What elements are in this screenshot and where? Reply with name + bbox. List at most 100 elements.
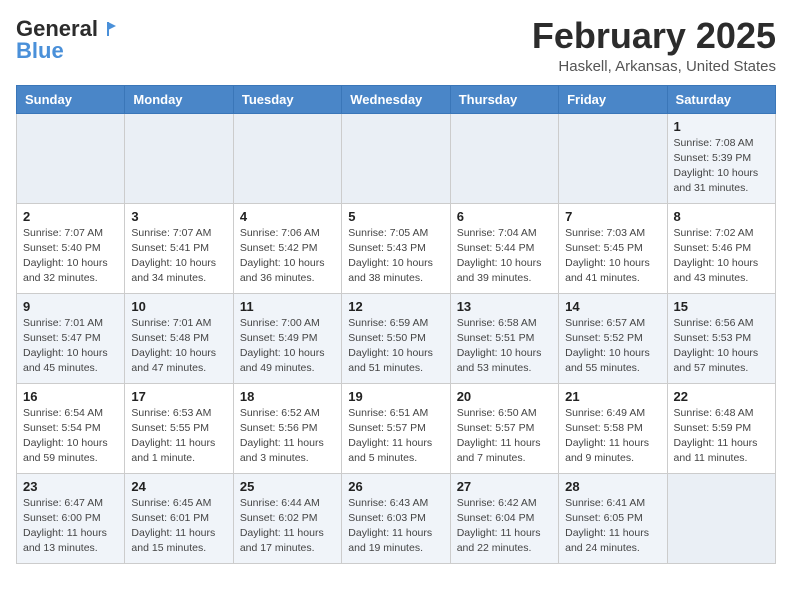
day-detail: Sunrise: 6:58 AM Sunset: 5:51 PM Dayligh… — [457, 316, 552, 377]
calendar-day-cell: 23 Sunrise: 6:47 AM Sunset: 6:00 PM Dayli… — [17, 473, 125, 563]
day-number: 15 — [674, 299, 769, 314]
calendar-table: SundayMondayTuesdayWednesdayThursdayFrid… — [16, 85, 776, 564]
day-number: 28 — [565, 479, 660, 494]
calendar-week-row: 2 Sunrise: 7:07 AM Sunset: 5:40 PM Daylig… — [17, 203, 776, 293]
day-detail: Sunrise: 6:43 AM Sunset: 6:03 PM Dayligh… — [348, 496, 443, 557]
day-number: 5 — [348, 209, 443, 224]
day-detail: Sunrise: 6:56 AM Sunset: 5:53 PM Dayligh… — [674, 316, 769, 377]
title-section: February 2025 Haskell, Arkansas, United … — [532, 16, 776, 75]
calendar-day-cell: 25Sunrise: 6:44 AM Sunset: 6:02 PM Dayli… — [233, 473, 341, 563]
calendar-day-cell: 18 Sunrise: 6:52 AM Sunset: 5:56 PM Dayli… — [233, 383, 341, 473]
day-number: 21 — [565, 389, 660, 404]
day-number: 16 — [23, 389, 118, 404]
location-subtitle: Haskell, Arkansas, United States — [532, 58, 776, 75]
weekday-header-tuesday: Tuesday — [233, 85, 341, 113]
calendar-day-cell — [17, 113, 125, 203]
day-detail: Sunrise: 6:47 AM Sunset: 6:00 PM Dayligh… — [23, 496, 118, 557]
day-number: 23 — [23, 479, 118, 494]
day-detail: Sunrise: 7:04 AM Sunset: 5:44 PM Dayligh… — [457, 226, 552, 287]
day-detail: Sunrise: 6:48 AM Sunset: 5:59 PM Dayligh… — [674, 406, 769, 467]
calendar-day-cell: 6Sunrise: 7:04 AM Sunset: 5:44 PM Daylig… — [450, 203, 558, 293]
calendar-day-cell: 7 Sunrise: 7:03 AM Sunset: 5:45 PM Daylig… — [559, 203, 667, 293]
calendar-day-cell: 17Sunrise: 6:53 AM Sunset: 5:55 PM Dayli… — [125, 383, 233, 473]
calendar-day-cell: 20 Sunrise: 6:50 AM Sunset: 5:57 PM Dayli… — [450, 383, 558, 473]
day-number: 14 — [565, 299, 660, 314]
calendar-day-cell: 19 Sunrise: 6:51 AM Sunset: 5:57 PM Dayli… — [342, 383, 450, 473]
day-number: 12 — [348, 299, 443, 314]
calendar-week-row: 16Sunrise: 6:54 AM Sunset: 5:54 PM Dayli… — [17, 383, 776, 473]
calendar-day-cell — [125, 113, 233, 203]
day-detail: Sunrise: 7:03 AM Sunset: 5:45 PM Dayligh… — [565, 226, 660, 287]
day-detail: Sunrise: 7:06 AM Sunset: 5:42 PM Dayligh… — [240, 226, 335, 287]
calendar-day-cell — [342, 113, 450, 203]
day-detail: Sunrise: 6:53 AM Sunset: 5:55 PM Dayligh… — [131, 406, 226, 467]
calendar-day-cell: 13 Sunrise: 6:58 AM Sunset: 5:51 PM Dayli… — [450, 293, 558, 383]
day-detail: Sunrise: 6:49 AM Sunset: 5:58 PM Dayligh… — [565, 406, 660, 467]
day-number: 20 — [457, 389, 552, 404]
weekday-header-wednesday: Wednesday — [342, 85, 450, 113]
day-number: 2 — [23, 209, 118, 224]
calendar-day-cell: 15 Sunrise: 6:56 AM Sunset: 5:53 PM Dayli… — [667, 293, 775, 383]
calendar-day-cell: 5 Sunrise: 7:05 AM Sunset: 5:43 PM Daylig… — [342, 203, 450, 293]
weekday-header-sunday: Sunday — [17, 85, 125, 113]
day-number: 11 — [240, 299, 335, 314]
calendar-day-cell: 12 Sunrise: 6:59 AM Sunset: 5:50 PM Dayli… — [342, 293, 450, 383]
calendar-day-cell — [667, 473, 775, 563]
day-detail: Sunrise: 6:42 AM Sunset: 6:04 PM Dayligh… — [457, 496, 552, 557]
day-detail: Sunrise: 7:00 AM Sunset: 5:49 PM Dayligh… — [240, 316, 335, 377]
calendar-day-cell: 2 Sunrise: 7:07 AM Sunset: 5:40 PM Daylig… — [17, 203, 125, 293]
day-detail: Sunrise: 6:50 AM Sunset: 5:57 PM Dayligh… — [457, 406, 552, 467]
calendar-day-cell: 26 Sunrise: 6:43 AM Sunset: 6:03 PM Dayli… — [342, 473, 450, 563]
weekday-header-monday: Monday — [125, 85, 233, 113]
day-detail: Sunrise: 7:01 AM Sunset: 5:48 PM Dayligh… — [131, 316, 226, 377]
calendar-day-cell: 10Sunrise: 7:01 AM Sunset: 5:48 PM Dayli… — [125, 293, 233, 383]
day-number: 22 — [674, 389, 769, 404]
weekday-header-friday: Friday — [559, 85, 667, 113]
day-number: 24 — [131, 479, 226, 494]
calendar-day-cell — [450, 113, 558, 203]
day-detail: Sunrise: 6:45 AM Sunset: 6:01 PM Dayligh… — [131, 496, 226, 557]
day-detail: Sunrise: 7:05 AM Sunset: 5:43 PM Dayligh… — [348, 226, 443, 287]
logo: General Blue — [16, 16, 118, 64]
calendar-week-row: 23 Sunrise: 6:47 AM Sunset: 6:00 PM Dayli… — [17, 473, 776, 563]
day-number: 26 — [348, 479, 443, 494]
day-number: 7 — [565, 209, 660, 224]
calendar-day-cell: 24 Sunrise: 6:45 AM Sunset: 6:01 PM Dayli… — [125, 473, 233, 563]
day-detail: Sunrise: 6:41 AM Sunset: 6:05 PM Dayligh… — [565, 496, 660, 557]
day-number: 1 — [674, 119, 769, 134]
day-number: 4 — [240, 209, 335, 224]
day-number: 3 — [131, 209, 226, 224]
calendar-day-cell — [233, 113, 341, 203]
day-detail: Sunrise: 6:52 AM Sunset: 5:56 PM Dayligh… — [240, 406, 335, 467]
calendar-day-cell: 27Sunrise: 6:42 AM Sunset: 6:04 PM Dayli… — [450, 473, 558, 563]
weekday-header-thursday: Thursday — [450, 85, 558, 113]
calendar-week-row: 1 Sunrise: 7:08 AM Sunset: 5:39 PM Daylig… — [17, 113, 776, 203]
calendar-day-cell: 16Sunrise: 6:54 AM Sunset: 5:54 PM Dayli… — [17, 383, 125, 473]
day-number: 13 — [457, 299, 552, 314]
day-number: 18 — [240, 389, 335, 404]
calendar-week-row: 9 Sunrise: 7:01 AM Sunset: 5:47 PM Daylig… — [17, 293, 776, 383]
day-detail: Sunrise: 7:07 AM Sunset: 5:40 PM Dayligh… — [23, 226, 118, 287]
calendar-header-row: SundayMondayTuesdayWednesdayThursdayFrid… — [17, 85, 776, 113]
day-detail: Sunrise: 7:02 AM Sunset: 5:46 PM Dayligh… — [674, 226, 769, 287]
day-number: 19 — [348, 389, 443, 404]
calendar-day-cell: 9 Sunrise: 7:01 AM Sunset: 5:47 PM Daylig… — [17, 293, 125, 383]
calendar-day-cell: 11 Sunrise: 7:00 AM Sunset: 5:49 PM Dayli… — [233, 293, 341, 383]
logo-blue-text: Blue — [16, 38, 64, 64]
day-detail: Sunrise: 7:01 AM Sunset: 5:47 PM Dayligh… — [23, 316, 118, 377]
day-detail: Sunrise: 7:07 AM Sunset: 5:41 PM Dayligh… — [131, 226, 226, 287]
day-number: 9 — [23, 299, 118, 314]
month-title: February 2025 — [532, 16, 776, 56]
day-detail: Sunrise: 6:59 AM Sunset: 5:50 PM Dayligh… — [348, 316, 443, 377]
weekday-header-saturday: Saturday — [667, 85, 775, 113]
day-detail: Sunrise: 7:08 AM Sunset: 5:39 PM Dayligh… — [674, 136, 769, 197]
calendar-day-cell: 22 Sunrise: 6:48 AM Sunset: 5:59 PM Dayli… — [667, 383, 775, 473]
day-detail: Sunrise: 6:51 AM Sunset: 5:57 PM Dayligh… — [348, 406, 443, 467]
calendar-day-cell: 14 Sunrise: 6:57 AM Sunset: 5:52 PM Dayli… — [559, 293, 667, 383]
day-detail: Sunrise: 6:57 AM Sunset: 5:52 PM Dayligh… — [565, 316, 660, 377]
logo-flag-icon — [100, 20, 118, 38]
calendar-day-cell — [559, 113, 667, 203]
calendar-day-cell: 4 Sunrise: 7:06 AM Sunset: 5:42 PM Daylig… — [233, 203, 341, 293]
calendar-day-cell: 21 Sunrise: 6:49 AM Sunset: 5:58 PM Dayli… — [559, 383, 667, 473]
day-detail: Sunrise: 6:44 AM Sunset: 6:02 PM Dayligh… — [240, 496, 335, 557]
